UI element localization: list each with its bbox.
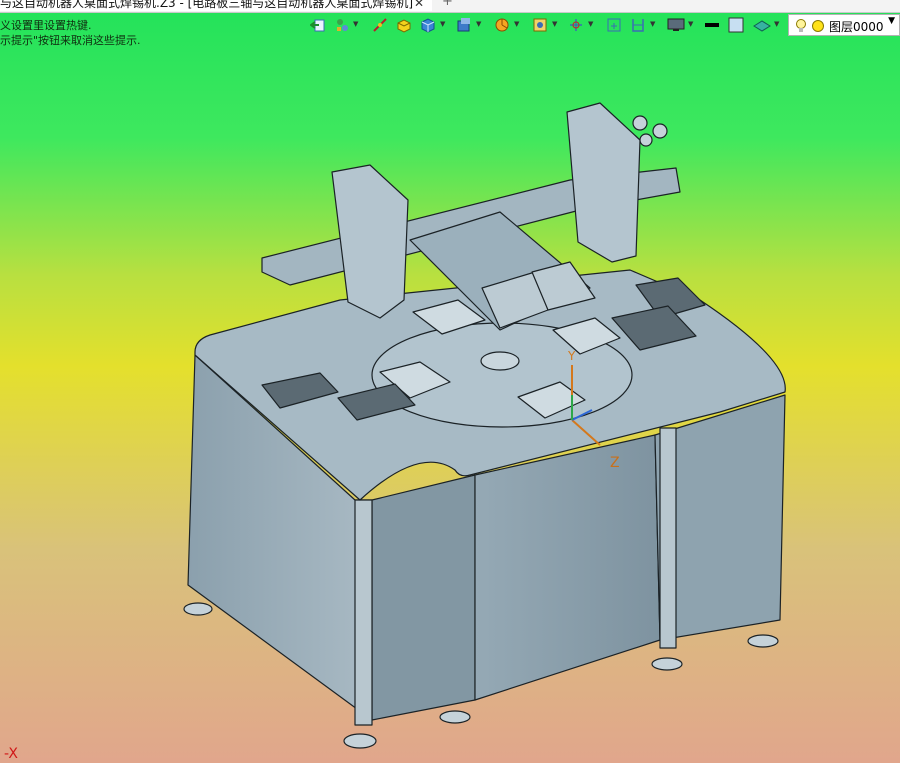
z-axis-label: Z (610, 455, 620, 471)
y-axis-label: Y (567, 349, 576, 363)
x-axis-label: -X (4, 746, 18, 762)
viewport-3d-model[interactable]: Y (0, 0, 900, 763)
